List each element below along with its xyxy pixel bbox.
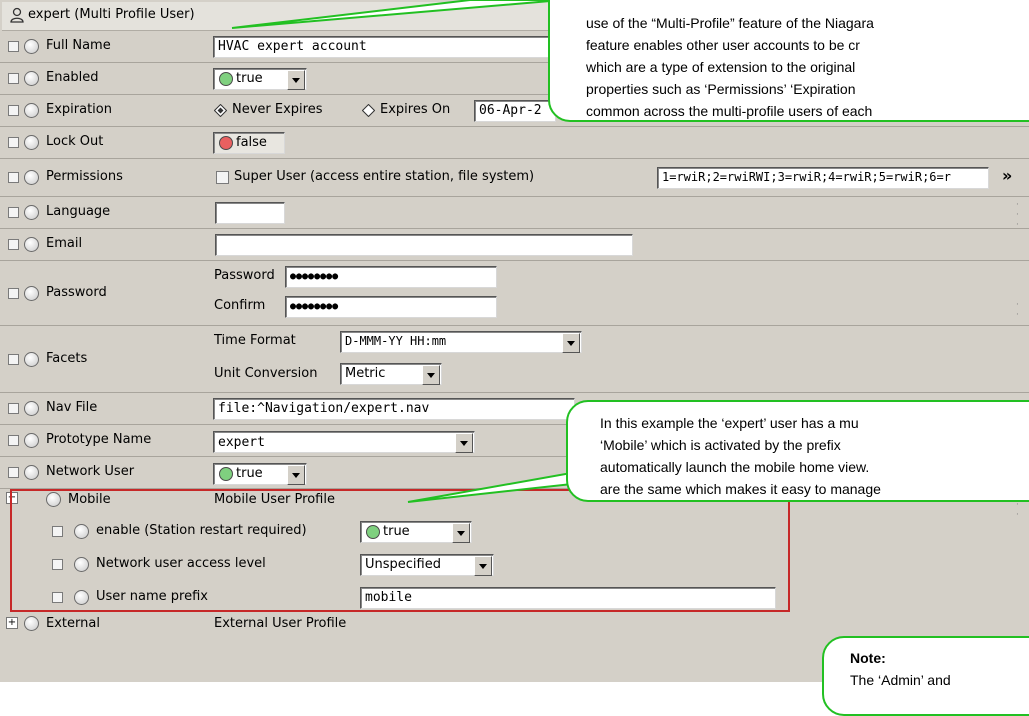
- callout-line: feature enables other user accounts to b…: [586, 37, 860, 53]
- callout-line: which are a type of extension to the ori…: [586, 59, 856, 75]
- callout-line: are the same which makes it easy to mana…: [600, 481, 881, 497]
- callout-line: automatically launch the mobile home vie…: [600, 459, 870, 475]
- callout-line: In this example the ‘expert’ user has a …: [600, 415, 859, 431]
- callout-line: common across the multi-profile users of…: [586, 103, 873, 119]
- note-body: The ‘Admin’ and: [850, 672, 951, 688]
- callout-line: use of the “Multi-Profile” feature of th…: [586, 15, 874, 31]
- multi-profile-callout: use of the “Multi-Profile” feature of th…: [548, 0, 1029, 122]
- note-title: Note:: [850, 650, 886, 666]
- callout-line: ‘Mobile’ which is activated by the prefi…: [600, 437, 841, 453]
- mobile-profile-callout: In this example the ‘expert’ user has a …: [566, 400, 1029, 502]
- note-callout: Note: The ‘Admin’ and: [822, 636, 1029, 716]
- callout-line: properties such as ‘Permissions’ ‘Expira…: [586, 81, 856, 97]
